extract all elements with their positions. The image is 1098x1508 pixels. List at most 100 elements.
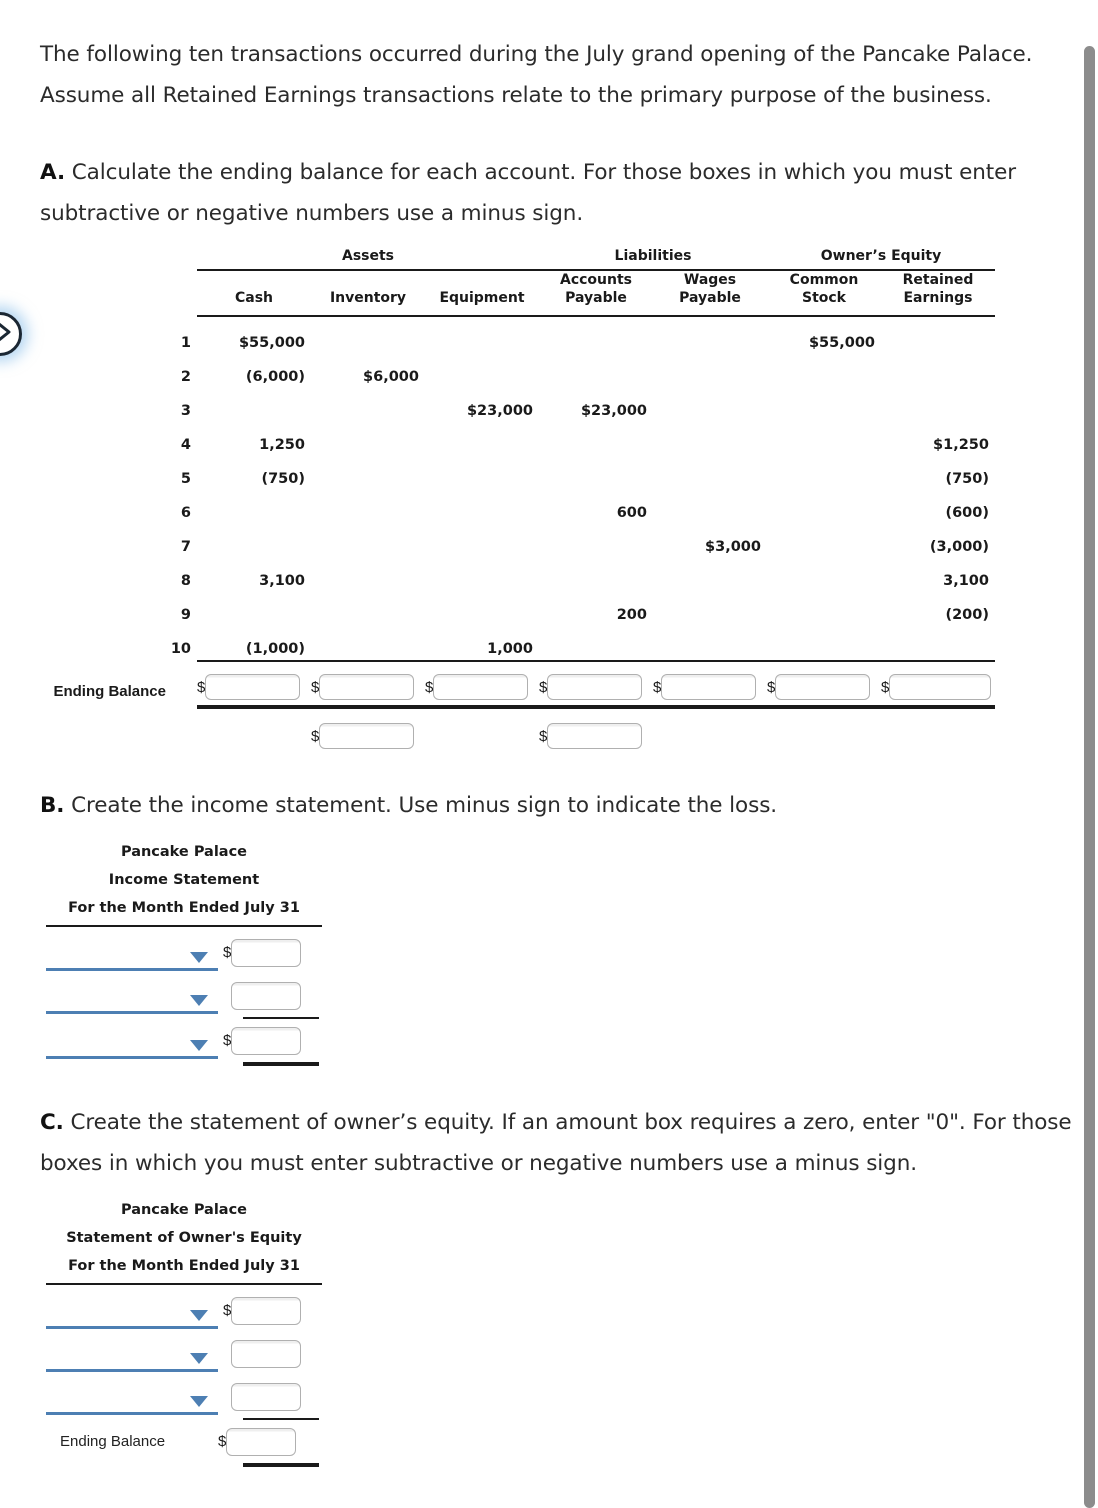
cell-equipment [425,453,539,487]
cell-common-stock [767,589,881,623]
owners-equity-statement-rows: $ $ $ [46,1289,322,1467]
ending-balance-inventory-input[interactable] [319,674,415,700]
ending-balance-retained-earnings-input[interactable] [889,674,992,700]
dollar-sign: $ [311,727,320,745]
vertical-scrollbar-track[interactable] [1081,0,1098,1508]
list-item: $ [46,1019,322,1062]
cell-cash: (1,000) [245,641,305,657]
subtotal-total-assets-input[interactable] [319,723,415,749]
col-ap-line1: Accounts [559,272,632,288]
cell-wages-payable: $3,000 [705,539,761,555]
oe-amount-input-2[interactable] [231,1339,302,1368]
cell-common-stock [767,385,881,419]
ending-balance-double-rule [40,700,995,709]
chevron-down-icon [190,994,208,1006]
cell-accounts-payable: 600 [616,505,647,521]
cell-accounts-payable: $23,000 [580,403,647,419]
part-a-letter: A. [40,160,66,185]
cell-retained-earnings [881,385,995,419]
table-row: 10 (1,000) 1,000 [40,623,995,657]
dollar-sign: $ [881,678,890,696]
income-amount-input-3[interactable] [231,1026,302,1055]
chevron-down-icon [190,1352,208,1364]
oe-statement-name: Statement of Owner's Equity [66,1230,302,1246]
cell-accounts-payable [539,453,653,487]
dollar-sign: $ [767,678,776,696]
oe-statement-company: Pancake Palace [120,1202,248,1218]
dollar-sign: $ [197,678,206,696]
part-b-text: Create the income statement. Use minus s… [71,793,778,818]
income-statement-block: Pancake Palace Income Statement For the … [46,838,322,1066]
chevron-right-icon [0,322,12,346]
cell-equipment [425,521,539,555]
dollar-sign: $ [539,727,548,745]
intro-paragraph: The following ten transactions occurred … [40,42,1033,108]
dollar-sign: $ [223,1032,232,1049]
subtotal-inventory-cell: $ [311,709,425,749]
cell-common-stock [767,419,881,453]
dollar-sign: $ [653,678,662,696]
cell-wages-payable [653,589,767,623]
oe-ending-balance-input[interactable] [226,1427,297,1456]
cell-accounts-payable [539,555,653,589]
dollar-sign: $ [223,1302,232,1319]
table-row: 1 $55,000 $55,000 [40,317,995,351]
cell-retained-earnings: 3,100 [943,573,989,589]
cell-accounts-payable [539,623,653,657]
income-statement-period: For the Month Ended July 31 [46,894,322,927]
ending-balance-equipment-input[interactable] [433,674,529,700]
group-header-owners-equity: Owner’s Equity [820,248,942,264]
chevron-down-icon [190,1039,208,1051]
row-number: 8 [180,573,191,589]
chevron-down-icon [190,951,208,963]
oe-amount-input-3[interactable] [231,1382,302,1411]
column-header-accounts-payable: Accounts Payable [539,271,653,309]
cell-inventory: $6,000 [363,369,419,385]
col-eq-line2: Equipment [439,290,525,306]
part-a-text: Calculate the ending balance for each ac… [40,160,1016,226]
dollar-sign: $ [425,678,434,696]
oe-amount-cell-1: $ [223,1296,309,1325]
cell-equipment [425,317,539,351]
column-header-row: Cash Inventory Equipment Accounts Payabl… [40,271,995,309]
cell-equipment: $23,000 [466,403,533,419]
column-header-cash: Cash [197,271,311,309]
income-line-select-2[interactable] [46,978,218,1014]
row-number: 5 [180,471,191,487]
oe-ending-balance-cell: $ [218,1427,304,1456]
col-ap-line2: Payable [565,290,627,306]
oe-amount-input-1[interactable] [231,1296,302,1325]
ending-balance-common-stock-input[interactable] [775,674,871,700]
part-c-text: Create the statement of owner’s equity. … [40,1110,1072,1176]
ending-balance-wages-payable-input[interactable] [661,674,757,700]
table-row: 2 (6,000) $6,000 [40,351,995,385]
ending-balance-accounts-payable-cell: $ [539,662,653,700]
oe-line-select-3[interactable] [46,1379,218,1415]
ending-balance-cash-input[interactable] [205,674,301,700]
cell-wages-payable [653,623,767,657]
list-item: $ [46,1332,322,1375]
col-wp-line2: Payable [679,290,741,306]
part-a-instructions: A. Calculate the ending balance for each… [40,152,1085,234]
oe-line-select-2[interactable] [46,1336,218,1372]
cell-common-stock [767,351,881,385]
list-item: $ [46,931,322,974]
income-amount-input-1[interactable] [231,938,302,967]
cell-cash: 3,100 [259,573,305,589]
vertical-scrollbar-thumb[interactable] [1084,46,1095,1508]
income-amount-input-2[interactable] [231,981,302,1010]
cell-retained-earnings: (3,000) [929,539,989,555]
ending-balance-accounts-payable-input[interactable] [547,674,643,700]
cell-wages-payable [653,419,767,453]
income-line-select-1[interactable] [46,935,218,971]
cell-wages-payable [653,487,767,521]
income-statement-name: Income Statement [108,872,260,888]
oe-line-select-1[interactable] [46,1293,218,1329]
list-item: $ [46,1289,322,1332]
income-line-select-3[interactable] [46,1023,218,1059]
cell-wages-payable [653,453,767,487]
ending-balance-cash-cell: $ [197,662,311,700]
table-row: 5 (750) (750) [40,453,995,487]
oe-statement-period: For the Month Ended July 31 [46,1252,322,1285]
subtotal-total-liab-equity-input[interactable] [547,723,643,749]
